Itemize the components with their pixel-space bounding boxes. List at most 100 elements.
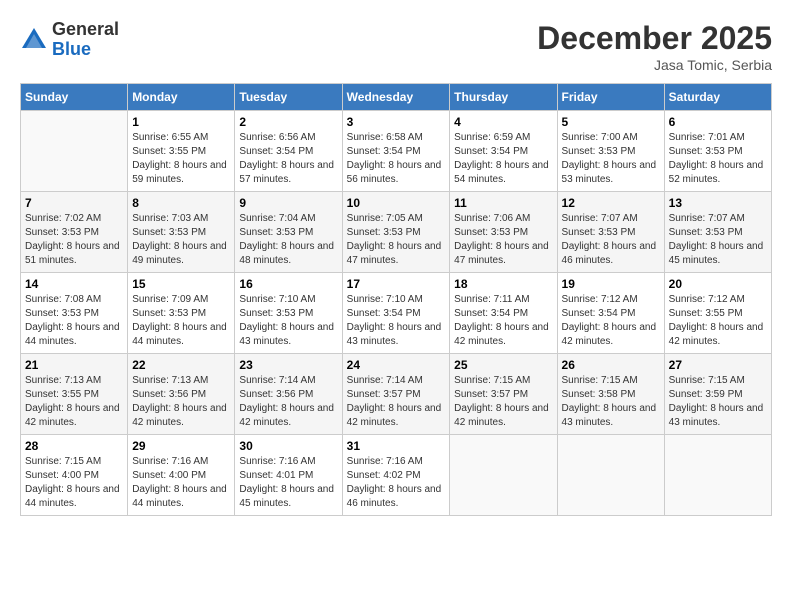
day-info: Sunrise: 7:16 AMSunset: 4:00 PMDaylight:… <box>132 455 230 511</box>
day-number: 1 <box>132 115 230 129</box>
calendar-cell: 30Sunrise: 7:16 AMSunset: 4:01 PMDayligh… <box>235 435 342 516</box>
calendar-week-row: 7 Sunrise: 7:02 AMSunset: 3:53 PMDaylight… <box>21 192 772 273</box>
calendar-cell: 3 Sunrise: 6:58 AMSunset: 3:54 PMDaylight… <box>342 111 450 192</box>
calendar-cell: 2 Sunrise: 6:56 AMSunset: 3:54 PMDaylight… <box>235 111 342 192</box>
day-number: 3 <box>347 115 446 129</box>
day-number: 27 <box>669 358 767 372</box>
day-number: 28 <box>25 439 123 453</box>
day-number: 23 <box>239 358 337 372</box>
day-number: 21 <box>25 358 123 372</box>
calendar-cell: 23 Sunrise: 7:14 AMSunset: 3:56 PMDayligh… <box>235 354 342 435</box>
day-info: Sunrise: 7:05 AMSunset: 3:53 PMDaylight:… <box>347 212 446 268</box>
location-subtitle: Jasa Tomic, Serbia <box>537 57 772 73</box>
calendar-cell <box>21 111 128 192</box>
day-number: 18 <box>454 277 552 291</box>
col-header-sunday: Sunday <box>21 84 128 111</box>
calendar-cell: 9 Sunrise: 7:04 AMSunset: 3:53 PMDaylight… <box>235 192 342 273</box>
col-header-wednesday: Wednesday <box>342 84 450 111</box>
calendar-cell: 13Sunrise: 7:07 AMSunset: 3:53 PMDayligh… <box>664 192 771 273</box>
day-number: 24 <box>347 358 446 372</box>
calendar-cell: 12Sunrise: 7:07 AMSunset: 3:53 PMDayligh… <box>557 192 664 273</box>
calendar-week-row: 1 Sunrise: 6:55 AMSunset: 3:55 PMDaylight… <box>21 111 772 192</box>
day-info: Sunrise: 6:58 AMSunset: 3:54 PMDaylight:… <box>347 131 446 187</box>
logo-blue: Blue <box>52 39 91 59</box>
day-info: Sunrise: 7:15 AMSunset: 4:00 PMDaylight:… <box>25 455 123 511</box>
day-info: Sunrise: 7:10 AMSunset: 3:53 PMDaylight:… <box>239 293 337 349</box>
day-info: Sunrise: 7:15 AMSunset: 3:58 PMDaylight:… <box>562 374 660 430</box>
title-block: December 2025 Jasa Tomic, Serbia <box>537 20 772 73</box>
day-info: Sunrise: 7:06 AMSunset: 3:53 PMDaylight:… <box>454 212 552 268</box>
day-number: 6 <box>669 115 767 129</box>
day-info: Sunrise: 7:12 AMSunset: 3:54 PMDaylight:… <box>562 293 660 349</box>
col-header-tuesday: Tuesday <box>235 84 342 111</box>
day-number: 10 <box>347 196 446 210</box>
day-info: Sunrise: 6:55 AMSunset: 3:55 PMDaylight:… <box>132 131 230 187</box>
day-number: 4 <box>454 115 552 129</box>
day-number: 5 <box>562 115 660 129</box>
col-header-thursday: Thursday <box>450 84 557 111</box>
day-number: 9 <box>239 196 337 210</box>
day-number: 2 <box>239 115 337 129</box>
page-header: General Blue December 2025 Jasa Tomic, S… <box>20 20 772 73</box>
day-number: 25 <box>454 358 552 372</box>
day-info: Sunrise: 6:59 AMSunset: 3:54 PMDaylight:… <box>454 131 552 187</box>
calendar-cell: 15Sunrise: 7:09 AMSunset: 3:53 PMDayligh… <box>128 273 235 354</box>
calendar-cell: 10 Sunrise: 7:05 AMSunset: 3:53 PMDayligh… <box>342 192 450 273</box>
calendar-cell: 6 Sunrise: 7:01 AMSunset: 3:53 PMDaylight… <box>664 111 771 192</box>
day-info: Sunrise: 7:16 AMSunset: 4:02 PMDaylight:… <box>347 455 446 511</box>
day-number: 19 <box>562 277 660 291</box>
day-number: 14 <box>25 277 123 291</box>
calendar-cell: 31Sunrise: 7:16 AMSunset: 4:02 PMDayligh… <box>342 435 450 516</box>
col-header-friday: Friday <box>557 84 664 111</box>
day-number: 11 <box>454 196 552 210</box>
day-info: Sunrise: 7:11 AMSunset: 3:54 PMDaylight:… <box>454 293 552 349</box>
day-info: Sunrise: 7:09 AMSunset: 3:53 PMDaylight:… <box>132 293 230 349</box>
calendar-cell: 29 Sunrise: 7:16 AMSunset: 4:00 PMDayligh… <box>128 435 235 516</box>
day-number: 8 <box>132 196 230 210</box>
day-info: Sunrise: 7:07 AMSunset: 3:53 PMDaylight:… <box>669 212 767 268</box>
day-info: Sunrise: 7:01 AMSunset: 3:53 PMDaylight:… <box>669 131 767 187</box>
day-number: 17 <box>347 277 446 291</box>
day-info: Sunrise: 7:15 AMSunset: 3:57 PMDaylight:… <box>454 374 552 430</box>
day-info: Sunrise: 6:56 AMSunset: 3:54 PMDaylight:… <box>239 131 337 187</box>
day-info: Sunrise: 7:13 AMSunset: 3:55 PMDaylight:… <box>25 374 123 430</box>
logo-text: General Blue <box>52 20 119 60</box>
calendar-cell: 14 Sunrise: 7:08 AMSunset: 3:53 PMDayligh… <box>21 273 128 354</box>
month-title: December 2025 <box>537 20 772 57</box>
day-info: Sunrise: 7:08 AMSunset: 3:53 PMDaylight:… <box>25 293 123 349</box>
day-info: Sunrise: 7:03 AMSunset: 3:53 PMDaylight:… <box>132 212 230 268</box>
calendar-cell <box>664 435 771 516</box>
logo-general: General <box>52 19 119 39</box>
day-info: Sunrise: 7:13 AMSunset: 3:56 PMDaylight:… <box>132 374 230 430</box>
day-info: Sunrise: 7:04 AMSunset: 3:53 PMDaylight:… <box>239 212 337 268</box>
logo: General Blue <box>20 20 119 60</box>
calendar-cell: 1 Sunrise: 6:55 AMSunset: 3:55 PMDaylight… <box>128 111 235 192</box>
calendar-cell: 17 Sunrise: 7:10 AMSunset: 3:54 PMDayligh… <box>342 273 450 354</box>
day-info: Sunrise: 7:10 AMSunset: 3:54 PMDaylight:… <box>347 293 446 349</box>
calendar-week-row: 28 Sunrise: 7:15 AMSunset: 4:00 PMDayligh… <box>21 435 772 516</box>
calendar-cell: 16Sunrise: 7:10 AMSunset: 3:53 PMDayligh… <box>235 273 342 354</box>
calendar-cell: 7 Sunrise: 7:02 AMSunset: 3:53 PMDaylight… <box>21 192 128 273</box>
day-number: 20 <box>669 277 767 291</box>
calendar-table: SundayMondayTuesdayWednesdayThursdayFrid… <box>20 83 772 516</box>
day-info: Sunrise: 7:14 AMSunset: 3:56 PMDaylight:… <box>239 374 337 430</box>
calendar-cell: 20 Sunrise: 7:12 AMSunset: 3:55 PMDayligh… <box>664 273 771 354</box>
calendar-week-row: 14 Sunrise: 7:08 AMSunset: 3:53 PMDayligh… <box>21 273 772 354</box>
calendar-cell: 11 Sunrise: 7:06 AMSunset: 3:53 PMDayligh… <box>450 192 557 273</box>
calendar-cell: 26Sunrise: 7:15 AMSunset: 3:58 PMDayligh… <box>557 354 664 435</box>
day-info: Sunrise: 7:12 AMSunset: 3:55 PMDaylight:… <box>669 293 767 349</box>
calendar-cell: 24Sunrise: 7:14 AMSunset: 3:57 PMDayligh… <box>342 354 450 435</box>
calendar-cell <box>450 435 557 516</box>
calendar-cell: 8 Sunrise: 7:03 AMSunset: 3:53 PMDaylight… <box>128 192 235 273</box>
day-number: 7 <box>25 196 123 210</box>
calendar-cell: 21 Sunrise: 7:13 AMSunset: 3:55 PMDayligh… <box>21 354 128 435</box>
day-info: Sunrise: 7:07 AMSunset: 3:53 PMDaylight:… <box>562 212 660 268</box>
day-number: 29 <box>132 439 230 453</box>
calendar-cell: 18 Sunrise: 7:11 AMSunset: 3:54 PMDayligh… <box>450 273 557 354</box>
day-info: Sunrise: 7:15 AMSunset: 3:59 PMDaylight:… <box>669 374 767 430</box>
day-info: Sunrise: 7:02 AMSunset: 3:53 PMDaylight:… <box>25 212 123 268</box>
calendar-cell: 27 Sunrise: 7:15 AMSunset: 3:59 PMDayligh… <box>664 354 771 435</box>
calendar-cell: 5Sunrise: 7:00 AMSunset: 3:53 PMDaylight… <box>557 111 664 192</box>
calendar-cell: 22Sunrise: 7:13 AMSunset: 3:56 PMDayligh… <box>128 354 235 435</box>
calendar-cell: 28 Sunrise: 7:15 AMSunset: 4:00 PMDayligh… <box>21 435 128 516</box>
